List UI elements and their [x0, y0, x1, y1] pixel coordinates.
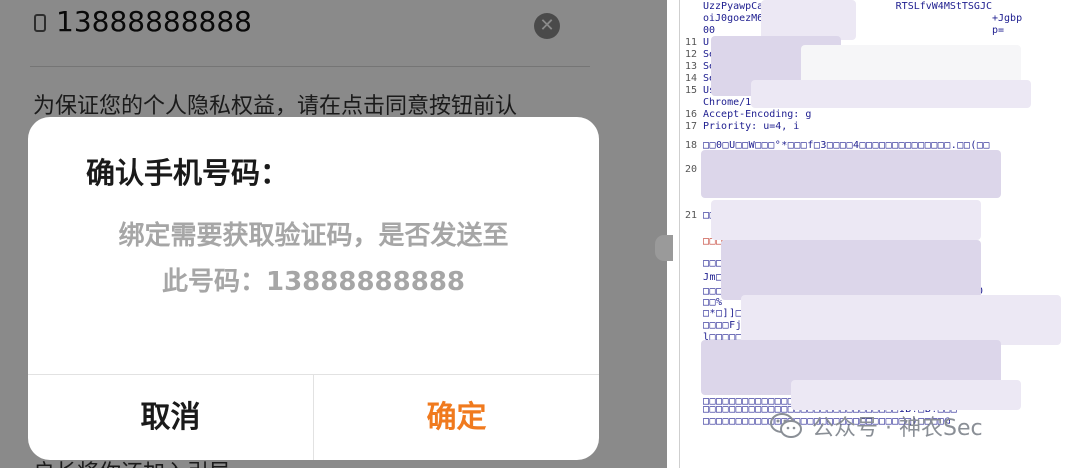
redaction-blur — [801, 45, 1021, 85]
phone-screen: 13888888888 ✕ 为保证您的个人隐私权益，请在点击同意按钮前认 户长将… — [0, 0, 667, 468]
confirm-button[interactable]: 确定 — [314, 375, 599, 460]
dialog-title: 确认手机号码： — [86, 156, 290, 190]
line-number: 17 — [684, 121, 697, 132]
line-number: 11 — [684, 37, 697, 48]
header-line: Accept-Encoding: g — [703, 109, 812, 120]
line-number: 14 — [684, 73, 697, 84]
dialog-message-line2: 此号码：13888888888 — [162, 267, 465, 297]
watermark-text: 公众号 · 神农Sec — [812, 416, 983, 441]
line-number: 16 — [684, 109, 697, 120]
header-line: Priority: u=4, i — [703, 121, 800, 132]
line-number: 18 — [684, 140, 697, 151]
redaction-blur — [791, 380, 1021, 410]
line-number: 13 — [684, 61, 697, 72]
header-line: oiJ0goezM6 +Jgbp — [703, 13, 1023, 24]
line-number: 21 — [684, 210, 697, 221]
line-number: 12 — [684, 49, 697, 60]
header-line: U — [703, 37, 710, 48]
redaction-blur — [721, 240, 981, 300]
request-editor[interactable]: UzzPyawpCa RTSLfvW4MStTSGJC oiJ0goezM6 +J… — [681, 0, 1080, 468]
confirm-phone-dialog: 确认手机号码： 绑定需要获取验证码，是否发送至 此号码：13888888888 … — [28, 117, 599, 460]
dialog-message: 绑定需要获取验证码，是否发送至 此号码：13888888888 — [28, 213, 599, 305]
cancel-button[interactable]: 取消 — [28, 375, 313, 460]
pane-drag-handle[interactable] — [655, 235, 673, 261]
scrollbar-thumb[interactable] — [656, 392, 667, 420]
line-number: 15 — [684, 85, 697, 96]
dialog-message-line1: 绑定需要获取验证码，是否发送至 — [118, 221, 509, 251]
line-number: 20 — [684, 164, 697, 175]
redaction-blur — [741, 295, 1061, 345]
binary-line: □□% — [703, 297, 723, 308]
redaction-blur — [701, 150, 1001, 198]
wechat-icon — [770, 413, 802, 438]
redaction-blur — [711, 200, 981, 240]
pane-divider[interactable] — [667, 0, 680, 468]
redaction-blur — [751, 80, 1031, 108]
redaction-blur — [761, 0, 856, 40]
